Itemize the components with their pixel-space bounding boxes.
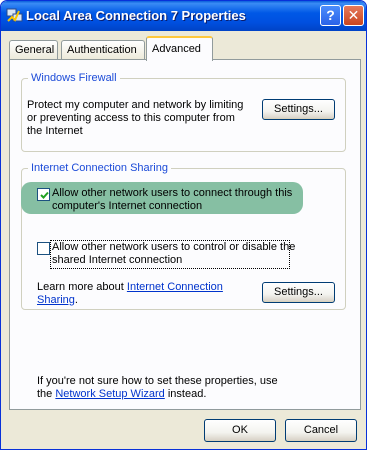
tab-general[interactable]: General [9,40,58,60]
tab-strip: General Authentication Advanced [9,36,361,61]
allow-control-label-line1[interactable]: Allow other network users to control or … [52,241,295,254]
footer-note-prefix: the [37,388,56,400]
network-connection-icon [6,7,23,24]
close-button[interactable]: ✕ [343,5,364,26]
firewall-description-line3: the Internet [27,125,83,137]
ics-help-link[interactable]: Internet Connection [127,281,223,293]
help-button[interactable]: ? [320,5,341,26]
cancel-button[interactable]: Cancel [285,419,357,442]
tab-advanced[interactable]: Advanced [146,36,213,61]
firewall-description-line2: or preventing access to this computer fr… [27,112,235,124]
advanced-panel: Windows Firewall Protect my computer and… [9,59,361,410]
ics-group-title: Internet Connection Sharing [28,162,171,174]
firewall-settings-button[interactable]: Settings... [262,99,335,120]
allow-control-label-line2[interactable]: shared Internet connection [52,254,182,267]
footer-note-suffix: instead. [164,388,207,400]
allow-control-checkbox[interactable] [37,242,50,255]
learn-more-suffix: . [74,294,78,306]
firewall-group-title: Windows Firewall [28,72,120,84]
window-title: Local Area Connection 7 Properties [26,8,246,23]
network-setup-wizard-link[interactable]: Network Setup Wizard [55,388,164,400]
allow-connect-checkbox[interactable] [37,188,50,201]
learn-more-line2: Sharing. [37,294,78,307]
ok-button[interactable]: OK [204,419,276,442]
firewall-description-line1: Protect my computer and network by limit… [27,99,244,111]
learn-more-prefix: Learn more about [37,281,127,293]
help-icon: ? [326,7,335,23]
footer-note-line2: the Network Setup Wizard instead. [37,388,206,401]
allow-connect-label-line1[interactable]: Allow other network users to connect thr… [52,187,292,200]
tab-label: Authentication [67,44,137,56]
allow-connect-label-line2[interactable]: computer's Internet connection [52,200,202,213]
learn-more-line1: Learn more about Internet Connection [37,281,223,294]
close-icon: ✕ [347,7,360,23]
ics-settings-button[interactable]: Settings... [262,282,335,303]
footer-note-line1: If you're not sure how to set these prop… [37,375,278,387]
tab-label: Advanced [152,43,201,55]
tab-label: General [15,44,55,56]
properties-dialog: Local Area Connection 7 Properties ? ✕ G… [0,0,367,450]
title-bar[interactable]: Local Area Connection 7 Properties ? ✕ [1,1,366,31]
tab-authentication[interactable]: Authentication [61,40,145,60]
checkmark-icon [40,191,49,199]
ics-help-link-continued[interactable]: Sharing [37,294,75,306]
